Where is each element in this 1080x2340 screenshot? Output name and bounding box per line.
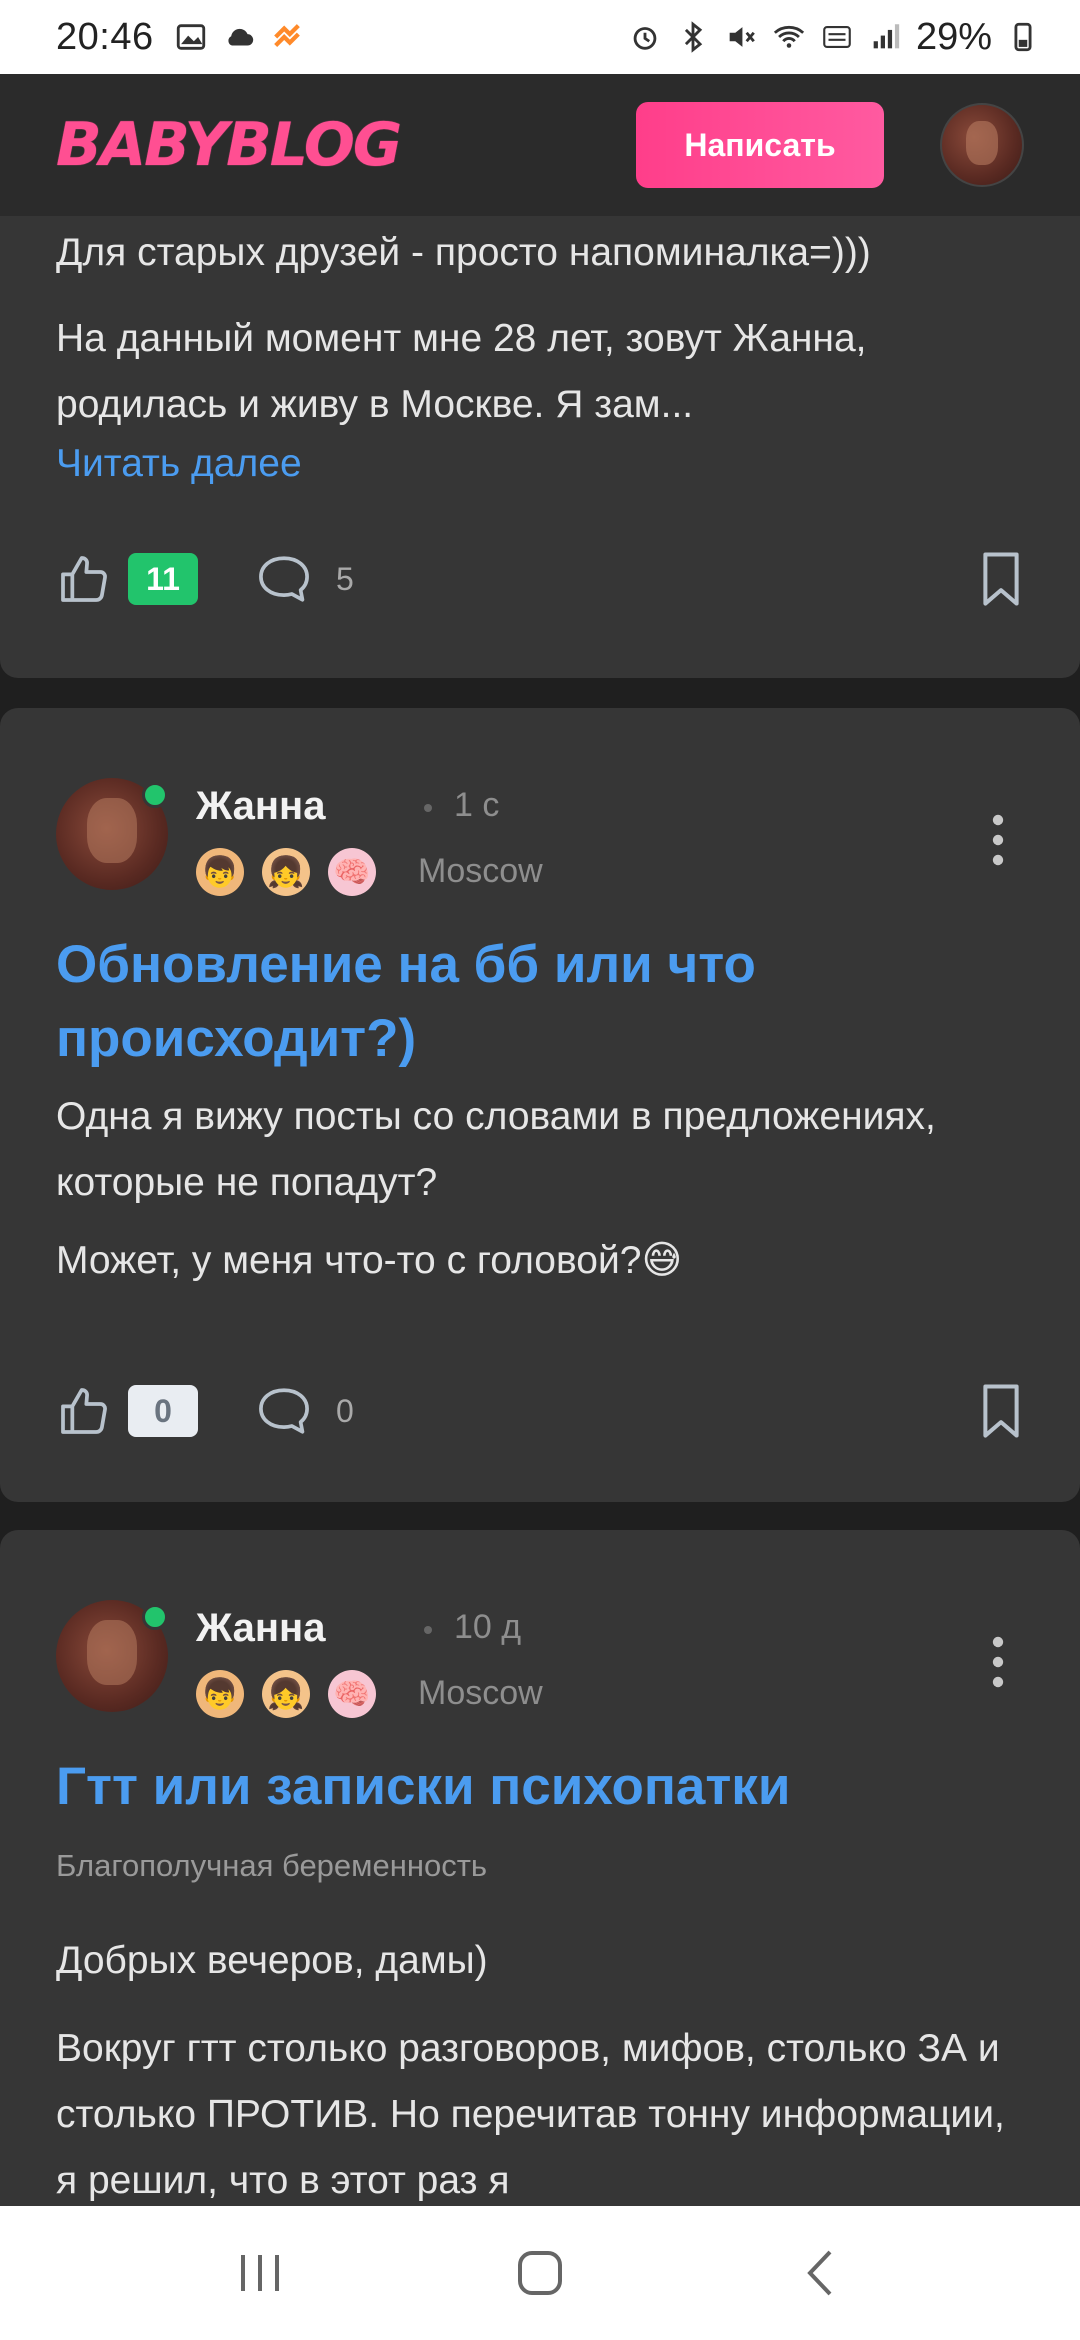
post-author-row: Жанна 1 с 👦 👧 🧠 Moscow: [56, 778, 1024, 898]
babyblog-logo[interactable]: BABYBLOG: [56, 110, 402, 180]
bluetooth-icon: [684, 21, 703, 53]
post-paragraph: Для старых друзей - просто напоминалка=)…: [56, 231, 871, 274]
gallery-icon: [176, 24, 205, 50]
daughter-badge-icon: 👧: [262, 1670, 310, 1718]
author-name[interactable]: Жанна: [196, 784, 325, 829]
comments-count: 0: [336, 1392, 354, 1429]
recent-apps-icon: [241, 2255, 279, 2291]
mute-icon: [729, 27, 755, 47]
author-name[interactable]: Жанна: [196, 1606, 325, 1651]
comment-bubble-icon[interactable]: [254, 1383, 314, 1439]
author-badges: 👦 👧 🧠: [196, 848, 376, 896]
home-icon: [518, 2251, 562, 2295]
more-vertical-icon[interactable]: [992, 814, 1004, 866]
status-time: 20:46: [56, 15, 154, 58]
post-card: Жанна 1 с 👦 👧 🧠 Moscow Обновление на бб …: [0, 708, 1080, 1502]
post-author-row: Жанна 10 д 👦 👧 🧠 Moscow: [56, 1600, 1024, 1720]
status-bar: 20:46 29%: [0, 0, 1080, 74]
post-paragraph: Вокруг гтт столько разговоров, мифов, ст…: [56, 2027, 1005, 2202]
app-header: BABYBLOG Написать: [0, 74, 1080, 216]
online-indicator: [142, 782, 168, 808]
wifi-icon: [773, 25, 805, 48]
post-title[interactable]: Обновление на бб или что происходит?): [56, 928, 1036, 1076]
post-paragraph: Одна я вижу посты со словами в предложен…: [56, 1095, 936, 1204]
likes-count: 11: [128, 553, 198, 605]
post-paragraph: Может, у меня что-то с головой?😅: [56, 1239, 683, 1282]
post-time: 1 с: [454, 786, 500, 824]
author-location: Moscow: [418, 852, 543, 890]
volte-icon: [823, 26, 851, 48]
daughter-badge-icon: 👧: [262, 848, 310, 896]
separator-dot: [424, 1626, 432, 1634]
comments-count: 5: [336, 560, 354, 597]
thumbs-up-icon[interactable]: [56, 551, 112, 607]
battery-icon: [1014, 22, 1032, 52]
bookmark-icon[interactable]: [978, 1382, 1024, 1440]
signal-icon: [873, 24, 900, 49]
alarm-icon: [633, 27, 657, 50]
bookmark-icon[interactable]: [978, 550, 1024, 608]
likes-count: 0: [128, 1385, 198, 1437]
post-category[interactable]: Благополучная беременность: [56, 1848, 487, 1884]
son-badge-icon: 👦: [196, 848, 244, 896]
son-badge-icon: 👦: [196, 1670, 244, 1718]
author-badges: 👦 👧 🧠: [196, 1670, 376, 1718]
user-avatar[interactable]: [940, 103, 1024, 187]
thumbs-up-icon[interactable]: [56, 1383, 112, 1439]
post-paragraph: На данный момент мне 28 лет, зовут Жанна…: [56, 317, 867, 426]
brain-badge-icon: 🧠: [328, 1670, 376, 1718]
post-actions: 0 0: [56, 1376, 1024, 1446]
separator-dot: [424, 804, 432, 812]
online-indicator: [142, 1604, 168, 1630]
author-location: Moscow: [418, 1674, 543, 1712]
brain-badge-icon: 🧠: [328, 848, 376, 896]
recent-apps-button[interactable]: [225, 2238, 295, 2308]
read-more-link[interactable]: Читать далее: [56, 442, 302, 486]
post-card: Для старых друзей - просто напоминалка=)…: [0, 170, 1080, 678]
battery-percent: 29%: [915, 15, 992, 58]
system-nav-bar: [0, 2206, 1080, 2340]
back-button[interactable]: [785, 2238, 855, 2308]
post-paragraph: Добрых вечеров, дамы): [56, 1939, 488, 1982]
post-time: 10 д: [454, 1608, 522, 1646]
comment-bubble-icon[interactable]: [254, 551, 314, 607]
back-chevron-icon: [807, 2250, 832, 2296]
home-button[interactable]: [505, 2238, 575, 2308]
cloud-icon: [227, 28, 253, 46]
write-button[interactable]: Написать: [636, 102, 884, 188]
more-vertical-icon[interactable]: [992, 1636, 1004, 1688]
app-notification-icon: [273, 24, 300, 48]
post-title[interactable]: Гтт или записки психопатки: [56, 1750, 1036, 1824]
post-actions: 11 5: [56, 544, 1024, 614]
